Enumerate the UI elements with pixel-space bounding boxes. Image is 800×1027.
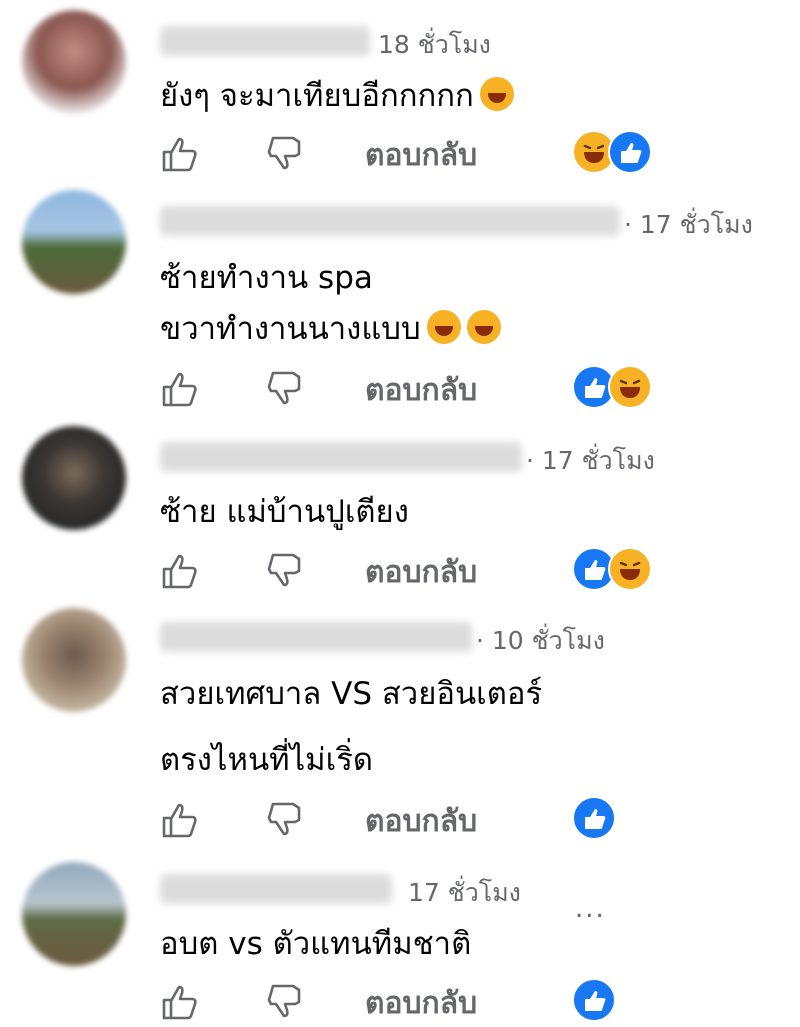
avatar[interactable] bbox=[22, 190, 126, 294]
laughing-emoji-icon bbox=[479, 77, 514, 111]
commenter-name[interactable] bbox=[160, 874, 392, 904]
more-options-icon[interactable]: ... bbox=[575, 894, 606, 924]
laughing-emoji-icon bbox=[466, 310, 501, 344]
thumbs-up-icon[interactable] bbox=[160, 800, 200, 840]
comment-text-line: ขวาทำงานนางแบบ bbox=[160, 311, 421, 347]
reaction-summary[interactable] bbox=[572, 365, 652, 409]
comment-text-line: ตรงไหนที่ไม่เริ่ด bbox=[160, 742, 373, 778]
comment-text-line: ซ้าย แม่บ้านปูเตียง bbox=[160, 486, 409, 536]
comment-text-line: สวยเทศบาล VS สวยอินเตอร์ bbox=[160, 668, 542, 718]
avatar[interactable] bbox=[22, 862, 126, 966]
comment-text-line: ตรงไหนที่ไม่เริ่ด bbox=[160, 734, 373, 784]
thumbs-up-icon[interactable] bbox=[160, 369, 200, 409]
haha-icon bbox=[608, 365, 652, 409]
comment-time[interactable]: · 17 ชั่วโมง bbox=[624, 205, 753, 245]
comment-time[interactable]: · 10 ชั่วโมง bbox=[476, 621, 605, 661]
thumbs-down-icon[interactable] bbox=[265, 982, 305, 1022]
thumbs-up-icon[interactable] bbox=[160, 982, 200, 1022]
reply-button[interactable]: ตอบกลับ bbox=[365, 132, 477, 179]
like-icon bbox=[572, 978, 616, 1022]
comment-time[interactable]: · 17 ชั่วโมง bbox=[526, 441, 655, 481]
comment-text-line: ขวาทำงานนางแบบ bbox=[160, 303, 501, 353]
commenter-name[interactable] bbox=[160, 206, 620, 236]
thumbs-down-icon[interactable] bbox=[265, 551, 305, 591]
comment-text-line: สวยเทศบาล VS สวยอินเตอร์ bbox=[160, 676, 543, 712]
comment-time[interactable]: 18 ชั่วโมง bbox=[378, 25, 491, 65]
thumbs-up-icon[interactable] bbox=[160, 551, 200, 591]
comment-text-line: ซ้ายทำงาน spa bbox=[160, 252, 373, 302]
haha-icon bbox=[608, 547, 652, 591]
thumbs-down-icon[interactable] bbox=[265, 134, 305, 174]
comment-text: ยังๆ จะมาเทียบอีกกกกก bbox=[160, 70, 514, 120]
comment-text-line: ซ้าย แม่บ้านปูเตียง bbox=[160, 494, 409, 530]
comment-text-line: อบต vs ตัวแทนทีมชาติ bbox=[160, 918, 471, 968]
reply-button[interactable]: ตอบกลับ bbox=[365, 980, 477, 1027]
commenter-name[interactable] bbox=[160, 26, 370, 56]
thumbs-up-icon[interactable] bbox=[160, 134, 200, 174]
comment-time[interactable]: 17 ชั่วโมง bbox=[408, 873, 521, 913]
reaction-summary[interactable] bbox=[572, 547, 652, 591]
avatar[interactable] bbox=[22, 608, 126, 712]
thumbs-down-icon[interactable] bbox=[265, 800, 305, 840]
reaction-summary[interactable] bbox=[572, 796, 616, 840]
comment-text-line: ยังๆ จะมาเทียบอีกกกกก bbox=[160, 78, 474, 114]
commenter-name[interactable] bbox=[160, 442, 522, 472]
reply-button[interactable]: ตอบกลับ bbox=[365, 549, 477, 596]
reaction-summary[interactable] bbox=[572, 130, 652, 174]
like-icon bbox=[572, 796, 616, 840]
avatar[interactable] bbox=[22, 426, 126, 530]
reply-button[interactable]: ตอบกลับ bbox=[365, 798, 477, 845]
avatar[interactable] bbox=[22, 10, 126, 114]
like-icon bbox=[608, 130, 652, 174]
commenter-name[interactable] bbox=[160, 622, 472, 652]
reply-button[interactable]: ตอบกลับ bbox=[365, 367, 477, 414]
comment-text-line: อบต vs ตัวแทนทีมชาติ bbox=[160, 926, 472, 962]
thumbs-down-icon[interactable] bbox=[265, 369, 305, 409]
comment-text-line: ซ้ายทำงาน spa bbox=[160, 260, 373, 296]
laughing-emoji-icon bbox=[426, 310, 461, 344]
